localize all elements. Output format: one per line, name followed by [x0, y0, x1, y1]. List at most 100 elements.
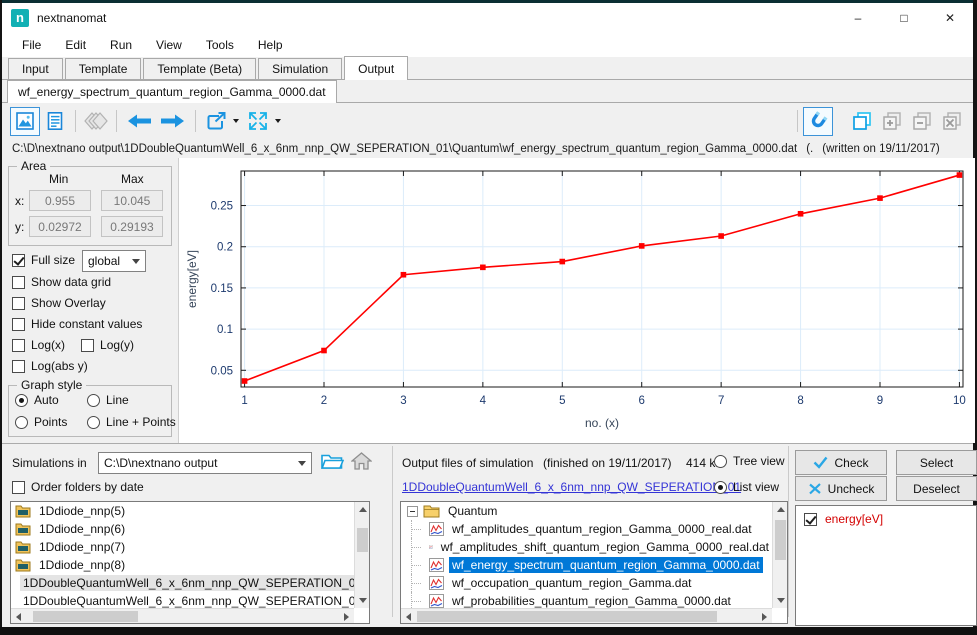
order-folders-checkbox[interactable]	[12, 481, 25, 494]
y-max-field[interactable]: 0.29193	[101, 216, 163, 237]
show-data-grid-option[interactable]: Show data grid	[12, 275, 111, 289]
log-x-checkbox[interactable]	[12, 339, 25, 352]
menu-tools[interactable]: Tools	[194, 35, 246, 55]
tab-simulation[interactable]: Simulation	[258, 58, 342, 79]
check-button[interactable]: Check	[795, 450, 887, 475]
curve-checkbox[interactable]	[804, 513, 817, 526]
export-button[interactable]	[201, 107, 231, 136]
scroll-left-icon[interactable]	[406, 613, 411, 621]
graph-style-line-points-option[interactable]: Line + Points	[87, 415, 176, 429]
output-file-tree[interactable]: Quantum wf_amplitudes_quantum_region_Gam…	[400, 501, 788, 624]
menu-view[interactable]: View	[144, 35, 194, 55]
graph-style-line-option[interactable]: Line	[87, 393, 129, 407]
browse-folder-button[interactable]	[320, 451, 344, 476]
next-file-button[interactable]	[156, 107, 190, 136]
export-dropdown-caret[interactable]	[233, 119, 239, 123]
tab-open-file[interactable]: wf_energy_spectrum_quantum_region_Gamma_…	[7, 80, 337, 103]
vertical-scrollbar[interactable]	[772, 502, 787, 608]
log-abs-y-option[interactable]: Log(abs y)	[12, 359, 88, 373]
menu-run[interactable]: Run	[98, 35, 144, 55]
scale-select[interactable]: global	[82, 250, 146, 272]
full-size-checkbox[interactable]	[12, 254, 25, 267]
points-radio[interactable]	[15, 416, 28, 429]
folder-row[interactable]: 1Ddiode_nnp(7)	[11, 538, 354, 556]
scroll-right-icon[interactable]	[762, 613, 767, 621]
file-row[interactable]: wf_amplitudes_quantum_region_Gamma_0000_…	[401, 520, 772, 538]
folder-row-selected[interactable]: 1DDoubleQuantumWell_6_x_6nm_nnp_QW_SEPER…	[11, 574, 354, 592]
scroll-down-icon[interactable]	[359, 598, 367, 603]
curve-selection-list[interactable]: energy[eV]	[795, 505, 977, 626]
list-view-option[interactable]: List view	[714, 480, 779, 494]
simulation-folder-link[interactable]: 1DDoubleQuantumWell_6_x_6nm_nnp_QW_SEPER…	[402, 480, 741, 494]
full-size-option[interactable]: Full size	[12, 253, 75, 267]
minimize-button[interactable]: –	[835, 3, 881, 32]
menu-help[interactable]: Help	[246, 35, 295, 55]
menu-file[interactable]: File	[10, 35, 53, 55]
show-overlay-checkbox[interactable]	[12, 297, 25, 310]
clear-overlays-button[interactable]	[937, 107, 967, 136]
remove-overlay-button[interactable]	[907, 107, 937, 136]
show-graph-button[interactable]	[10, 107, 40, 136]
tab-input[interactable]: Input	[8, 58, 63, 79]
file-row-selected[interactable]: wf_energy_spectrum_quantum_region_Gamma_…	[401, 556, 772, 574]
add-overlay-button[interactable]	[877, 107, 907, 136]
graph-style-points-option[interactable]: Points	[15, 415, 67, 429]
overlay-layers-button[interactable]	[81, 107, 111, 136]
fullscreen-dropdown-caret[interactable]	[275, 119, 281, 123]
scroll-down-icon[interactable]	[777, 598, 785, 603]
vertical-scrollbar[interactable]	[354, 502, 369, 608]
x-min-field[interactable]: 0.955	[29, 190, 91, 211]
scrollbar-thumb[interactable]	[775, 520, 786, 560]
folder-row[interactable]: 1Ddiode_nnp(8)	[11, 556, 354, 574]
previous-file-button[interactable]	[122, 107, 156, 136]
show-overlay-option[interactable]: Show Overlay	[12, 296, 106, 310]
tab-template[interactable]: Template	[65, 58, 142, 79]
show-text-file-button[interactable]	[40, 107, 70, 136]
scrollbar-thumb[interactable]	[33, 611, 138, 622]
list-view-radio[interactable]	[714, 481, 727, 494]
line-points-radio[interactable]	[87, 416, 100, 429]
scroll-up-icon[interactable]	[359, 507, 367, 512]
file-row[interactable]: wf_amplitudes_shift_quantum_region_Gamma…	[401, 538, 772, 556]
uncheck-button[interactable]: Uncheck	[795, 476, 887, 501]
tab-output[interactable]: Output	[344, 56, 408, 80]
file-row[interactable]: wf_probabilities_quantum_region_Gamma_00…	[401, 592, 772, 608]
scroll-up-icon[interactable]	[777, 507, 785, 512]
graph-style-auto-option[interactable]: Auto	[15, 393, 59, 407]
curve-item[interactable]: energy[eV]	[796, 510, 976, 528]
scrollbar-thumb[interactable]	[417, 611, 717, 622]
maximize-button[interactable]: □	[881, 3, 927, 32]
tree-root-row[interactable]: Quantum	[401, 502, 772, 520]
scroll-right-icon[interactable]	[344, 613, 349, 621]
copy-overlay-button[interactable]	[847, 107, 877, 136]
simulation-folder-list[interactable]: 1Ddiode_nnp(5) 1Ddiode_nnp(6) 1Ddiode_nn…	[10, 501, 370, 624]
order-folders-option[interactable]: Order folders by date	[12, 480, 144, 494]
folder-row[interactable]: 1DDoubleQuantumWell_6_x_6nm_nnp_QW_SEPER…	[11, 592, 354, 608]
tree-view-option[interactable]: Tree view	[714, 454, 785, 468]
x-max-field[interactable]: 10.045	[101, 190, 163, 211]
tree-view-radio[interactable]	[714, 455, 727, 468]
hide-constant-values-option[interactable]: Hide constant values	[12, 317, 142, 331]
simulations-path-combobox[interactable]: C:\D\nextnano output	[98, 452, 312, 474]
folder-row[interactable]: 1Ddiode_nnp(6)	[11, 520, 354, 538]
y-min-field[interactable]: 0.02972	[29, 216, 91, 237]
log-y-checkbox[interactable]	[81, 339, 94, 352]
scroll-left-icon[interactable]	[16, 613, 21, 621]
deselect-button[interactable]: Deselect	[896, 476, 977, 501]
select-button[interactable]: Select	[896, 450, 977, 475]
collapse-expander-icon[interactable]	[407, 506, 418, 517]
menu-edit[interactable]: Edit	[53, 35, 98, 55]
hide-constant-values-checkbox[interactable]	[12, 318, 25, 331]
fullscreen-button[interactable]	[243, 107, 273, 136]
tab-template-beta[interactable]: Template (Beta)	[143, 58, 256, 79]
horizontal-scrollbar[interactable]	[401, 608, 772, 623]
auto-radio[interactable]	[15, 394, 28, 407]
file-row[interactable]: wf_occupation_quantum_region_Gamma.dat	[401, 574, 772, 592]
show-data-grid-checkbox[interactable]	[12, 276, 25, 289]
line-radio[interactable]	[87, 394, 100, 407]
home-folder-button[interactable]	[351, 451, 372, 476]
horizontal-scrollbar[interactable]	[11, 608, 354, 623]
folder-row[interactable]: 1Ddiode_nnp(5)	[11, 502, 354, 520]
scrollbar-thumb[interactable]	[357, 528, 368, 552]
close-button[interactable]: ✕	[927, 3, 973, 32]
